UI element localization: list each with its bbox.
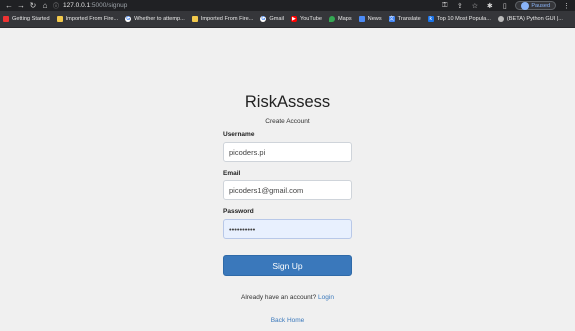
bookmark-label: Whether to attemp... — [134, 16, 185, 22]
browser-toolbar: ← → ↻ ⌂ ⓘ 127.0.0.1:5000/signup ⚿ ⇪ ☆ ✱ … — [0, 0, 575, 11]
youtube-icon: ▶ — [290, 16, 297, 22]
bookmark-item[interactable]: G Gmail — [260, 16, 284, 22]
bookmark-icon: k — [427, 16, 434, 22]
profile-button[interactable]: Paused — [515, 1, 556, 10]
page-title: RiskAssess — [244, 93, 331, 111]
bookmark-label: (BETA) Python GUI |... — [506, 16, 563, 22]
bookmark-item[interactable]: Maps — [328, 16, 352, 22]
bookmark-item[interactable]: News — [358, 16, 382, 22]
address-bar[interactable]: ⓘ 127.0.0.1:5000/signup — [53, 0, 127, 11]
bookmark-item[interactable]: ▶ YouTube — [290, 16, 322, 22]
menu-icon[interactable]: ⋮ — [562, 2, 571, 10]
bookmarks-bar: Getting Started Imported From Fire... GW… — [0, 11, 575, 28]
url-path: :5000/signup — [90, 2, 128, 9]
bookmark-label: Maps — [337, 16, 352, 22]
login-prompt: Already have an account? Login — [0, 294, 575, 301]
username-input[interactable]: picoders.pi — [223, 142, 352, 162]
folder-icon — [56, 16, 63, 22]
back-arrow-icon[interactable]: ← — [3, 0, 15, 11]
bookmark-item[interactable]: Imported From Fire... — [56, 16, 119, 22]
password-label: Password — [223, 208, 254, 215]
bookmark-item[interactable]: G Whether to attemp... — [125, 16, 185, 22]
share-icon[interactable]: ⇪ — [455, 2, 464, 10]
bookmark-item[interactable]: 文 Translate — [388, 16, 421, 22]
reload-icon[interactable]: ↻ — [27, 0, 39, 11]
bookmark-label: News — [367, 16, 382, 22]
google-icon: G — [125, 16, 132, 22]
translate-icon: 文 — [388, 16, 395, 22]
bookmark-item[interactable]: Imported From Fire... — [191, 16, 254, 22]
folder-icon — [191, 16, 198, 22]
login-link[interactable]: Login — [318, 294, 334, 301]
bookmark-item[interactable]: (BETA) Python GUI |... — [497, 16, 563, 22]
globe-icon — [497, 16, 504, 22]
page-subtitle: Create Account — [265, 118, 310, 125]
profile-status: Paused — [531, 2, 550, 9]
star-icon[interactable]: ☆ — [470, 2, 479, 10]
password-input[interactable]: •••••••••• — [223, 219, 352, 239]
toolbar-actions: ⚿ ⇪ ☆ ✱ ▯ Paused ⋮ — [440, 0, 575, 11]
bookmark-item[interactable]: k Top 10 Most Popula... — [427, 16, 491, 22]
login-prompt-text: Already have an account? — [241, 294, 317, 301]
forward-arrow-icon[interactable]: → — [15, 0, 27, 11]
back-home-link[interactable]: Back Home — [271, 317, 305, 324]
signup-button[interactable]: Sign Up — [223, 255, 352, 276]
news-icon — [358, 16, 365, 22]
extensions-icon[interactable]: ✱ — [485, 2, 494, 10]
email-label: Email — [223, 170, 241, 177]
bookmark-label: Translate — [397, 16, 421, 22]
bookmark-label: Imported From Fire... — [200, 16, 254, 22]
red-square-icon — [3, 16, 9, 22]
sidebar-icon[interactable]: ▯ — [500, 2, 509, 10]
bookmark-item[interactable]: Getting Started — [3, 16, 50, 22]
bookmark-label: YouTube — [299, 16, 322, 22]
username-label: Username — [223, 131, 255, 138]
home-icon[interactable]: ⌂ — [39, 0, 51, 11]
avatar — [521, 1, 530, 10]
bookmark-label: Imported From Fire... — [65, 16, 119, 22]
back-home-line: Back Home — [0, 317, 575, 324]
bookmark-label: Gmail — [269, 16, 284, 22]
page-content: RiskAssess Create Account Username picod… — [0, 29, 575, 331]
bookmark-label: Top 10 Most Popula... — [436, 16, 491, 22]
google-icon: G — [260, 16, 267, 22]
email-input[interactable]: picoders1@gmail.com — [223, 180, 352, 200]
url-host: 127.0.0.1 — [63, 2, 91, 9]
info-icon[interactable]: ⓘ — [53, 1, 59, 10]
key-icon[interactable]: ⚿ — [440, 2, 449, 10]
maps-icon — [328, 16, 335, 22]
bookmark-label: Getting Started — [12, 16, 50, 22]
